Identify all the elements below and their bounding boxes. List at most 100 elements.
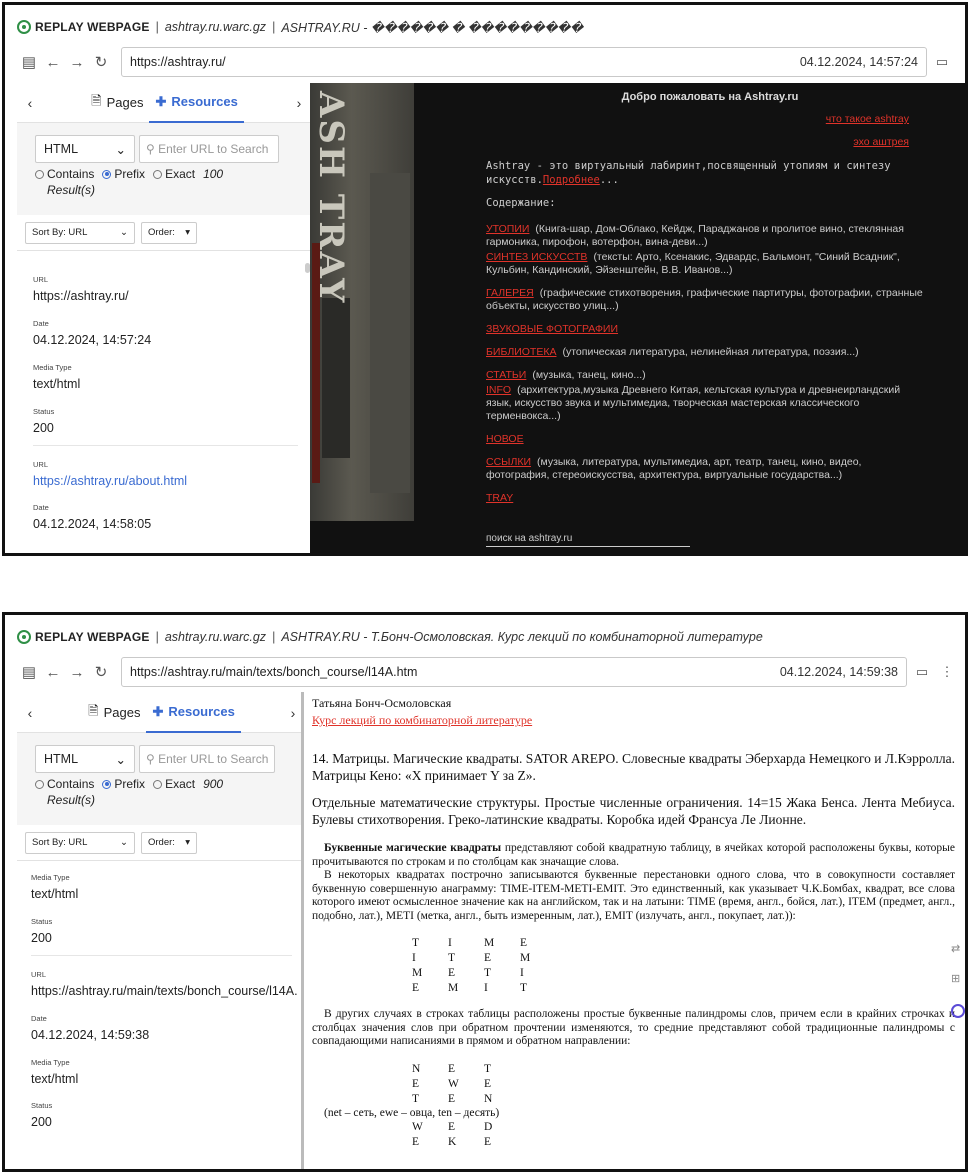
sort-row: Sort By: URL ⌄ Order: ▾ <box>17 825 306 861</box>
sort-by-select[interactable]: Sort By: URL ⌄ <box>25 831 135 854</box>
tab-pages[interactable]: 🗎 Pages <box>82 693 146 733</box>
replay-window-1: REPLAY WEBPAGE | ashtray.ru.warc.gz | AS… <box>2 2 968 556</box>
grid-icon[interactable]: ⊞ <box>951 972 965 986</box>
replay-logo-icon <box>17 20 31 34</box>
replayed-page-lecture: Татьяна Бонч-Осмоловская Курс лекций по … <box>301 692 965 1169</box>
radio-exact[interactable]: Exact <box>153 167 195 181</box>
desktop-icon[interactable]: ▭ <box>927 54 957 70</box>
url-text: https://ashtray.ru/ <box>130 55 226 69</box>
list-item[interactable]: URL https://ashtray.ru/main/texts/bonch_… <box>31 970 298 1140</box>
title-bar: REPLAY WEBPAGE | ashtray.ru.warc.gz | AS… <box>17 15 955 39</box>
list-item: TRAY <box>486 492 514 504</box>
radio-contains[interactable]: Contains <box>35 777 94 791</box>
chevron-left-icon[interactable]: ‹ <box>17 95 43 111</box>
capture-datetime: 04.12.2024, 14:59:38 <box>779 665 898 679</box>
url-search-input[interactable]: ⚲ Enter URL to Search <box>139 745 275 773</box>
welcome-heading: Добро пожаловать на Ashtray.ru <box>621 91 799 103</box>
letter-square-time: TIME ITEM METI EMIT <box>412 937 531 994</box>
archive-name: ashtray.ru.warc.gz <box>164 630 267 644</box>
reload-icon[interactable]: ↻ <box>89 53 113 71</box>
radio-exact[interactable]: Exact <box>153 777 195 791</box>
order-select[interactable]: Order: ▾ <box>141 831 197 854</box>
list-item: INFO (архитектура,музыка Древнего Китая, … <box>486 384 901 422</box>
address-bar-row: ▤ ← → ↻ https://ashtray.ru/ 04.12.2024, … <box>17 45 957 79</box>
tab-pages[interactable]: 🗎 Pages <box>85 83 149 123</box>
link-what-is-ashtray[interactable]: что такое ashtray <box>826 113 909 125</box>
sort-row: Sort By: URL ⌄ Order: ▾ <box>17 215 312 251</box>
records-list: URL https://ashtray.ru/ Date 04.12.2024,… <box>17 261 304 553</box>
replayed-page-ashtray-home: ASH TRAY Добро пожаловать на Ashtray.ru … <box>310 83 965 553</box>
list-icon[interactable]: ▤ <box>17 53 41 71</box>
list-item: БИБЛИОТЕКА (утопическая литература, нелин… <box>486 346 859 358</box>
search-icon: ⚲ <box>146 142 159 156</box>
radio-prefix[interactable]: Prefix <box>102 777 145 791</box>
list-item[interactable]: URL https://ashtray.ru/ Date 04.12.2024,… <box>33 275 298 446</box>
page-title: ASHTRAY.RU - Т.Бонч-Осмоловская. Курс ле… <box>281 630 763 644</box>
translate-icon[interactable]: ⇄ <box>951 942 965 956</box>
record-url-link[interactable]: https://ashtray.ru/about.html <box>33 473 298 490</box>
author-name: Татьяна Бонч-Осмоловская <box>312 696 452 710</box>
search-icon: ⚲ <box>146 752 159 766</box>
square-note: (net – сеть, ewe – овца, ten – десять) <box>324 1106 500 1119</box>
radio-contains[interactable]: Contains <box>35 167 94 181</box>
paragraph: Буквенные магические квадраты представля… <box>312 842 955 868</box>
list-item[interactable]: Media Type text/html Status 200 <box>31 873 292 956</box>
link-more[interactable]: Подробнее <box>543 174 600 186</box>
puzzle-icon: ✚ <box>152 703 164 719</box>
chevron-left-icon[interactable]: ‹ <box>17 705 43 721</box>
filter-panel: HTML ⌄ ⚲ Enter URL to Search Contains Pre… <box>17 123 312 215</box>
chevron-right-icon[interactable]: › <box>286 95 312 111</box>
results-label: Result(s) <box>47 793 96 807</box>
assistant-icon[interactable] <box>951 1004 965 1018</box>
radio-prefix[interactable]: Prefix <box>102 167 145 181</box>
results-label: Result(s) <box>47 183 96 197</box>
list-item: ЗВУКОВЫЕ ФОТОГРАФИИ <box>486 323 619 335</box>
course-link[interactable]: Курс лекций по комбинаторной литературе <box>312 713 955 728</box>
list-icon[interactable]: ▤ <box>17 663 41 681</box>
kebab-menu-icon[interactable]: ⋮ <box>937 664 957 680</box>
reload-icon[interactable]: ↻ <box>89 663 113 681</box>
sort-by-select[interactable]: Sort By: URL ⌄ <box>25 221 135 244</box>
resources-sidebar: ‹ 🗎 Pages ✚ Resources › HTML ⌄ ⚲ Enter URL … <box>17 83 313 553</box>
url-input[interactable]: https://ashtray.ru/main/texts/bonch_cour… <box>121 657 907 687</box>
back-arrow-icon[interactable]: ← <box>41 54 65 71</box>
caret-down-icon: ▾ <box>185 837 190 848</box>
chevron-down-icon: ⌄ <box>120 837 128 848</box>
tab-resources[interactable]: ✚ Resources <box>146 693 241 733</box>
contents-list: УТОПИИ (Книга-шар, Дом-Облако, Кейдж, Пар… <box>486 223 926 515</box>
url-input[interactable]: https://ashtray.ru/ 04.12.2024, 14:57:24 <box>121 47 927 77</box>
capture-datetime: 04.12.2024, 14:57:24 <box>799 55 918 69</box>
letter-square-wed: WED EKE <box>412 1120 493 1148</box>
list-item: УТОПИИ (Книга-шар, Дом-Облако, Кейдж, Пар… <box>486 223 904 248</box>
back-arrow-icon[interactable]: ← <box>41 664 65 681</box>
address-bar-row: ▤ ← → ↻ https://ashtray.ru/main/texts/bo… <box>17 655 957 689</box>
brand-label: REPLAY WEBPAGE <box>35 20 150 34</box>
type-select[interactable]: HTML ⌄ <box>35 135 135 163</box>
sidebar-tabs: ‹ 🗎 Pages ✚ Resources › <box>17 693 306 733</box>
page-icon: 🗎 <box>88 702 99 718</box>
link-echo[interactable]: эхо аштрея <box>853 136 909 148</box>
type-select[interactable]: HTML ⌄ <box>35 745 135 773</box>
desktop-icon[interactable]: ▭ <box>907 664 937 680</box>
contents-label: Содержание: <box>486 197 556 209</box>
archive-name: ashtray.ru.warc.gz <box>164 20 267 34</box>
record-url-link[interactable]: https://ashtray.ru/main/texts/bonch_cour… <box>31 983 298 1000</box>
chevron-down-icon: ⌄ <box>120 227 128 238</box>
filter-panel: HTML ⌄ ⚲ Enter URL to Search Contains Pre… <box>17 733 306 825</box>
list-item: СИНТЕЗ ИСКУССТВ (тексты: Арто, Ксенакис, … <box>486 251 900 276</box>
caret-down-icon: ▾ <box>185 227 190 238</box>
forward-arrow-icon[interactable]: → <box>65 54 89 71</box>
paragraph: В некоторых квадратах построчно записыва… <box>312 869 955 922</box>
title-bar: REPLAY WEBPAGE | ashtray.ru.warc.gz | AS… <box>17 625 955 649</box>
list-item[interactable]: URL https://ashtray.ru/about.html Date 0… <box>33 460 298 542</box>
puzzle-icon: ✚ <box>155 93 167 109</box>
result-count: 100 <box>203 167 224 181</box>
url-search-input[interactable]: ⚲ Enter URL to Search <box>139 135 279 163</box>
tab-resources[interactable]: ✚ Resources <box>149 83 244 123</box>
site-search-input[interactable]: поиск на ashtray.ru <box>486 533 690 547</box>
forward-arrow-icon[interactable]: → <box>65 664 89 681</box>
list-item: ГАЛЕРЕЯ (графические стихотворения, графи… <box>486 287 923 312</box>
intro-text: Ashtray - это виртуальный лабиринт,посвя… <box>486 160 891 186</box>
page-icon: 🗎 <box>91 92 102 108</box>
order-select[interactable]: Order: ▾ <box>141 221 197 244</box>
